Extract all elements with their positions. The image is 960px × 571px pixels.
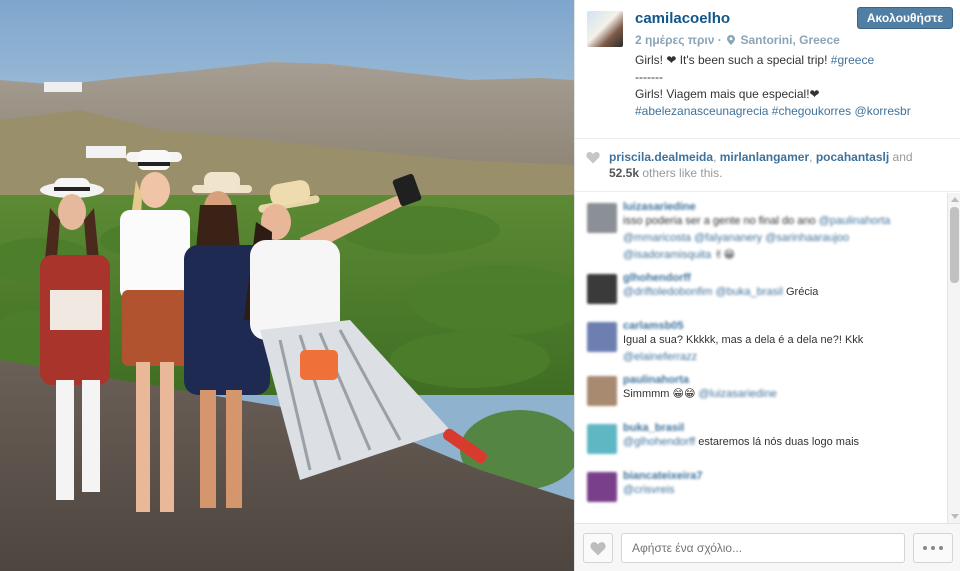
like-button[interactable] — [583, 533, 613, 563]
liker-username[interactable]: mirlanlangamer — [720, 150, 809, 164]
more-dots-icon — [923, 546, 927, 550]
commenter-username[interactable]: buka_brasil — [623, 422, 939, 434]
commenter-avatar[interactable] — [587, 203, 617, 233]
caption-text-2: Girls! Viagem mais que especial!❤ — [635, 87, 820, 101]
scrollbar-thumb[interactable] — [950, 207, 959, 283]
comment-item: biancateixeira7 @crisvreis — [587, 470, 939, 510]
commenter-username[interactable]: biancateixeira7 — [623, 470, 939, 482]
scroll-down-arrow-icon[interactable] — [951, 514, 959, 519]
scroll-up-arrow-icon[interactable] — [951, 197, 959, 202]
comment-body: Igual a sua? Kkkkk, mas a dela é a dela … — [623, 334, 864, 346]
caption-hashtag[interactable]: #greece — [831, 53, 874, 67]
comment-mention[interactable]: @driftoledobonfim — [623, 286, 712, 298]
instagram-post-modal: camilacoelho Ακολουθήστε 2 ημέρες πριν ·… — [0, 0, 960, 571]
post-time[interactable]: 2 ημέρες πριν — [635, 33, 714, 47]
commenter-avatar[interactable] — [587, 472, 617, 502]
comments-scrollbar[interactable] — [947, 193, 960, 523]
comment-item: glhohendorff @driftoledobonfim @buka_bra… — [587, 272, 939, 312]
caption-hashtag[interactable]: #abelezanasceunagrecia — [635, 104, 768, 118]
comment-item: luizasariedine isso poderia ser a gente … — [587, 201, 939, 264]
comment-item: buka_brasil @glhohendorff estaremos lá n… — [587, 422, 939, 462]
likes-others: others like this. — [642, 166, 723, 180]
commenter-avatar[interactable] — [587, 376, 617, 406]
comment-text: isso poderia ser a gente no final do ano… — [623, 213, 939, 264]
comment-text: @driftoledobonfim @buka_brasil Grécia — [623, 284, 939, 301]
heart-icon — [590, 541, 606, 555]
commenter-username[interactable]: glhohendorff — [623, 272, 939, 284]
photo-illustration — [0, 0, 574, 571]
likes-summary: priscila.dealmeida, mirlanlangamer, poca… — [575, 138, 960, 192]
post-header: camilacoelho Ακολουθήστε 2 ημέρες πριν ·… — [575, 0, 960, 138]
liker-separator: , — [809, 150, 813, 164]
liker-username[interactable]: pocahantaslj — [816, 150, 889, 164]
comment-body: isso poderia ser a gente no final do ano — [623, 215, 816, 227]
location-pin-icon — [727, 35, 736, 45]
comment-item: carlamsb05 Igual a sua? Kkkkk, mas a del… — [587, 320, 939, 366]
post-meta: 2 ημέρες πριν · Santorini, Greece — [635, 33, 840, 47]
comment-item: paulinahorta Simmmm 😁😁 @luizasariedine — [587, 374, 939, 414]
caption-text-1: Girls! ❤ It's been such a special trip! — [635, 53, 828, 67]
commenter-username[interactable]: paulinahorta — [623, 374, 939, 386]
caption-divider: ------- — [635, 70, 663, 84]
post-location[interactable]: Santorini, Greece — [740, 33, 839, 47]
comments-list[interactable]: luizasariedine isso poderia ser a gente … — [575, 193, 947, 523]
comment-mention[interactable]: @crisvreis — [623, 484, 675, 496]
post-caption: Girls! ❤ It's been such a special trip! … — [635, 52, 953, 120]
comment-body: Grécia — [786, 286, 819, 298]
comment-mention[interactable]: @buka_brasil — [716, 286, 783, 298]
comment-mention[interactable]: @glhohendorff — [623, 436, 695, 448]
comment-mention[interactable]: @luizasariedine — [699, 388, 777, 400]
commenter-username[interactable]: luizasariedine — [623, 201, 939, 213]
post-photo[interactable] — [0, 0, 574, 571]
commenter-avatar[interactable] — [587, 424, 617, 454]
post-details-panel: camilacoelho Ακολουθήστε 2 ημέρες πριν ·… — [574, 0, 960, 571]
caption-hashtag[interactable]: #chegoukorres — [772, 104, 851, 118]
heart-icon — [586, 151, 600, 164]
more-dots-icon — [931, 546, 935, 550]
comment-footer — [575, 523, 960, 571]
likes-and: and — [892, 150, 913, 164]
comment-body: Simmmm 😁😁 — [623, 388, 696, 400]
liker-separator: , — [713, 150, 717, 164]
comment-input[interactable] — [621, 533, 905, 563]
comment-mention[interactable]: @falyananery — [694, 232, 762, 244]
comment-mention[interactable]: @paulinahorta — [819, 215, 891, 227]
comment-text: Simmmm 😁😁 @luizasariedine — [623, 386, 939, 403]
commenter-avatar[interactable] — [587, 274, 617, 304]
follow-button[interactable]: Ακολουθήστε — [857, 7, 953, 29]
meta-separator: · — [717, 33, 722, 47]
author-username[interactable]: camilacoelho — [635, 10, 730, 27]
comment-text: Igual a sua? Kkkkk, mas a dela é a dela … — [623, 332, 939, 366]
caption-mention[interactable]: @korresbr — [855, 104, 911, 118]
comment-emoji: ✌😁 — [714, 249, 735, 261]
comment-text: @crisvreis — [623, 482, 939, 499]
more-options-button[interactable] — [913, 533, 953, 563]
commenter-username[interactable]: carlamsb05 — [623, 320, 939, 332]
author-avatar[interactable] — [587, 11, 623, 47]
comment-mention[interactable]: @elaineferrazz — [623, 351, 697, 363]
comment-mention[interactable]: @sarinhaaraujoo — [765, 232, 849, 244]
comment-mention[interactable]: @mmaricosta — [623, 232, 691, 244]
commenter-avatar[interactable] — [587, 322, 617, 352]
comment-mention[interactable]: @isadoramisquita — [623, 249, 711, 261]
liker-username[interactable]: priscila.dealmeida — [609, 150, 713, 164]
more-dots-icon — [939, 546, 943, 550]
comment-body: estaremos lá nós duas logo mais — [698, 436, 860, 448]
comment-text: @glhohendorff estaremos lá nós duas logo… — [623, 434, 939, 451]
likes-count[interactable]: 52.5k — [609, 166, 639, 180]
